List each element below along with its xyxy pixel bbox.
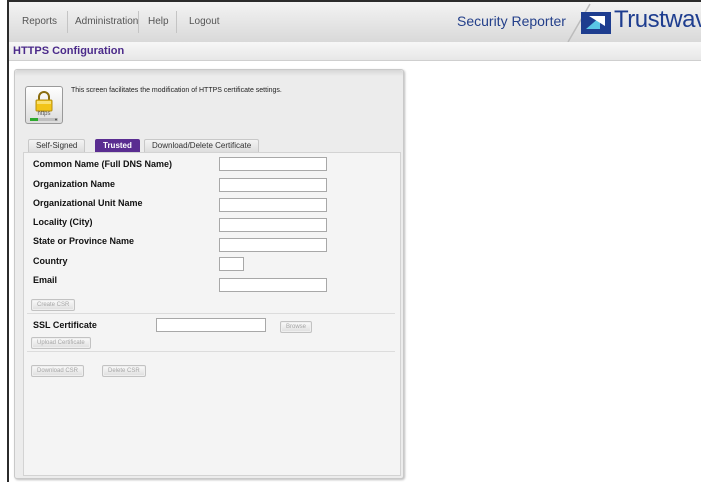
page-title: HTTPS Configuration (13, 45, 125, 57)
https-caption: https (37, 111, 51, 117)
top-navigation-bar: Reports Administration Help Logout Secur… (9, 2, 701, 43)
nav-administration[interactable]: Administration (75, 16, 138, 27)
state-input[interactable] (219, 238, 327, 252)
trustwave-logo-icon (581, 12, 611, 34)
padlock-icon (30, 91, 58, 121)
locality-label: Locality (City) (33, 217, 93, 227)
https-config-panel: https This screen facilitates the modifi… (14, 69, 404, 479)
nav-reports[interactable]: Reports (22, 16, 57, 27)
org-unit-label: Organizational Unit Name (33, 198, 143, 208)
nav-divider (138, 11, 139, 33)
country-input[interactable] (219, 257, 244, 271)
country-label: Country (33, 256, 68, 266)
screen-description: This screen facilitates the modification… (71, 87, 282, 94)
section-divider (27, 351, 395, 352)
state-label: State or Province Name (33, 236, 135, 246)
logo-text: Trustwave (614, 6, 701, 33)
ssl-certificate-label: SSL Certificate (33, 320, 97, 330)
browse-button[interactable]: Browse (280, 321, 313, 333)
ssl-certificate-input[interactable] (156, 318, 266, 332)
common-name-label: Common Name (Full DNS Name) (33, 159, 173, 169)
common-name-input[interactable] (219, 157, 327, 171)
tab-download-delete-certificate[interactable]: Download/Delete Certificate (144, 139, 260, 152)
nav-help[interactable]: Help (148, 16, 169, 27)
nav-divider (176, 11, 177, 33)
app-window: Reports Administration Help Logout Secur… (7, 0, 701, 482)
section-divider (27, 313, 395, 314)
app-name: Security Reporter (457, 13, 566, 29)
nav-logout[interactable]: Logout (189, 16, 220, 27)
title-bar: HTTPS Configuration (9, 42, 701, 61)
organization-name-label: Organization Name (33, 179, 116, 189)
create-csr-button[interactable]: Create CSR (31, 299, 76, 311)
panel-header-strip (15, 70, 403, 76)
email-input[interactable] (219, 278, 327, 292)
nav-divider (67, 11, 68, 33)
delete-csr-button[interactable]: Delete CSR (102, 365, 146, 377)
locality-input[interactable] (219, 218, 327, 232)
email-label: Email (33, 275, 58, 285)
upload-certificate-button[interactable]: Upload Certificate (31, 337, 91, 349)
tab-trusted[interactable]: Trusted (95, 139, 140, 152)
https-lock-icon: https (25, 86, 63, 124)
trusted-tab-content: Common Name (Full DNS Name) Organization… (23, 152, 401, 476)
org-unit-input[interactable] (219, 198, 327, 212)
tab-self-signed[interactable]: Self-Signed (28, 139, 86, 152)
download-csr-button[interactable]: Download CSR (31, 365, 85, 377)
organization-name-input[interactable] (219, 178, 327, 192)
